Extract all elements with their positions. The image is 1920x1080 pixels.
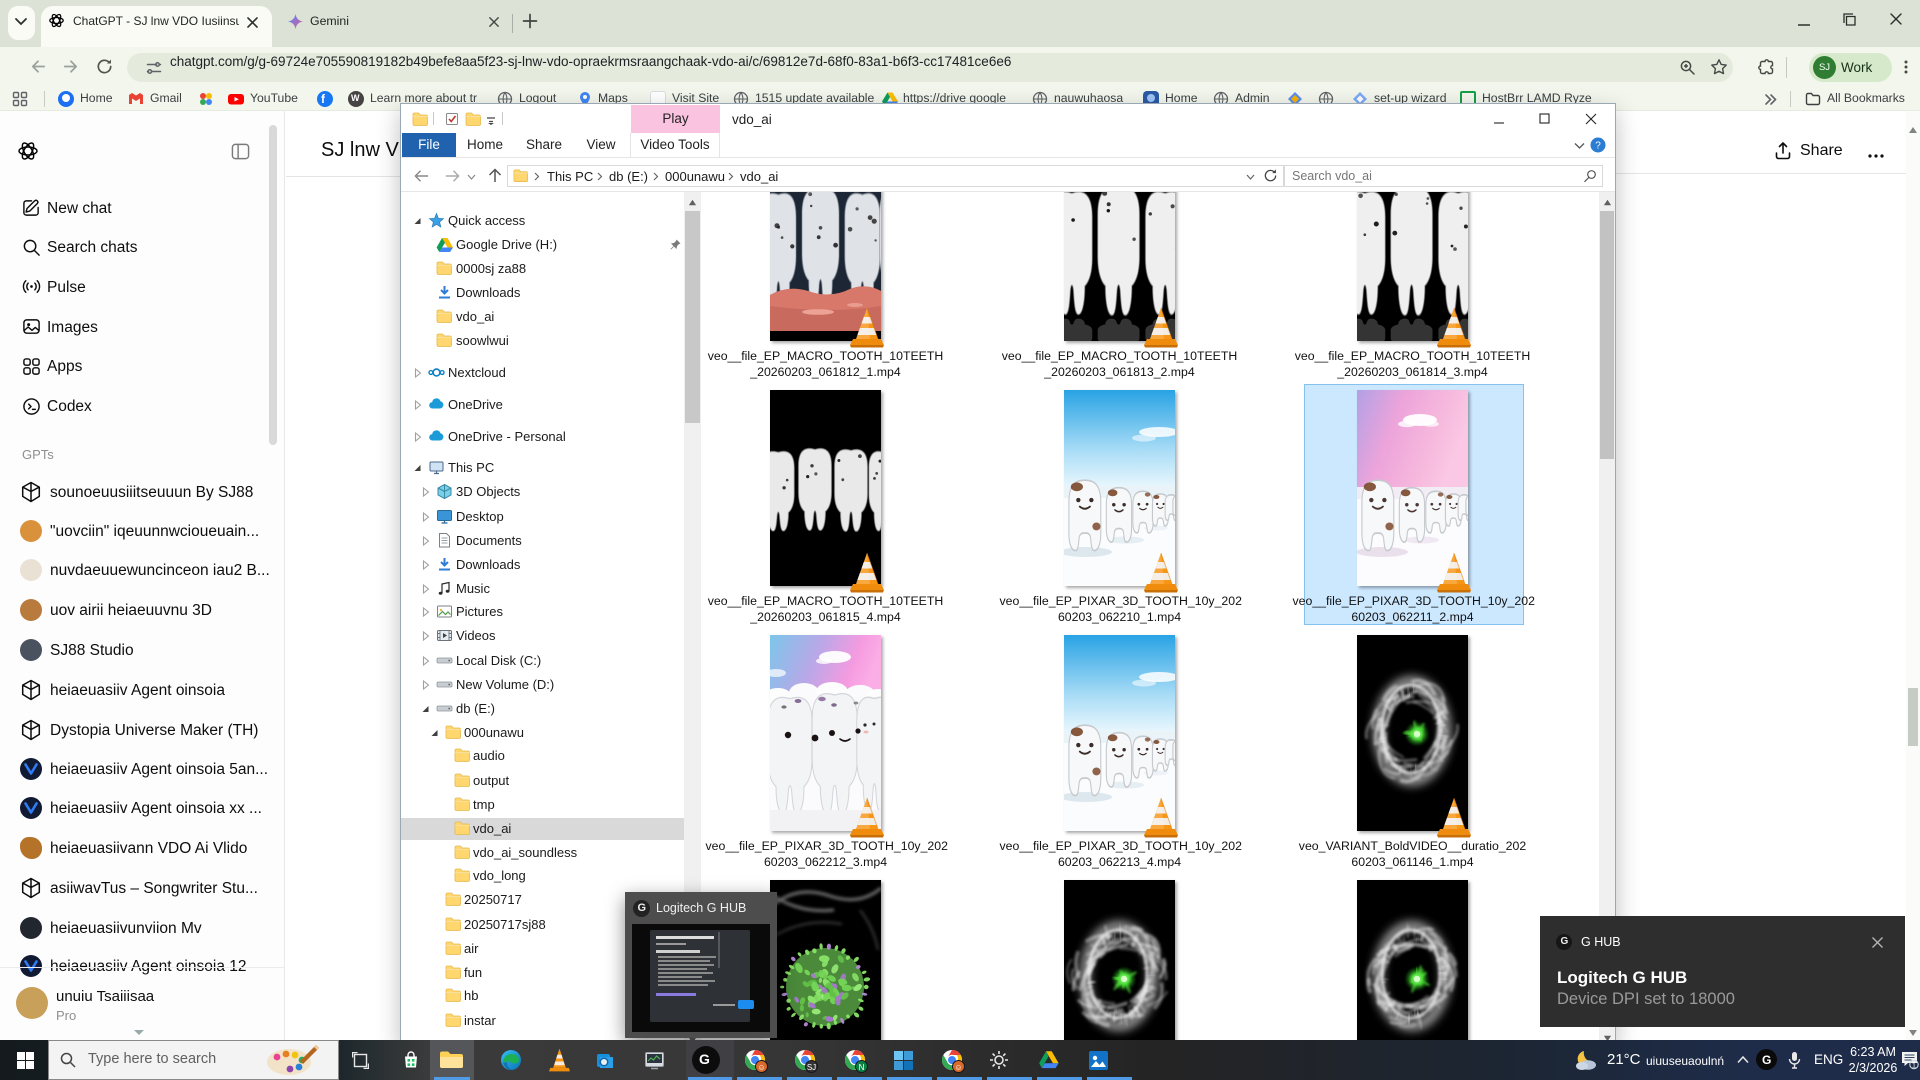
svg-text:?: ?: [1595, 141, 1601, 152]
svg-text:1: 1: [1912, 1060, 1916, 1069]
